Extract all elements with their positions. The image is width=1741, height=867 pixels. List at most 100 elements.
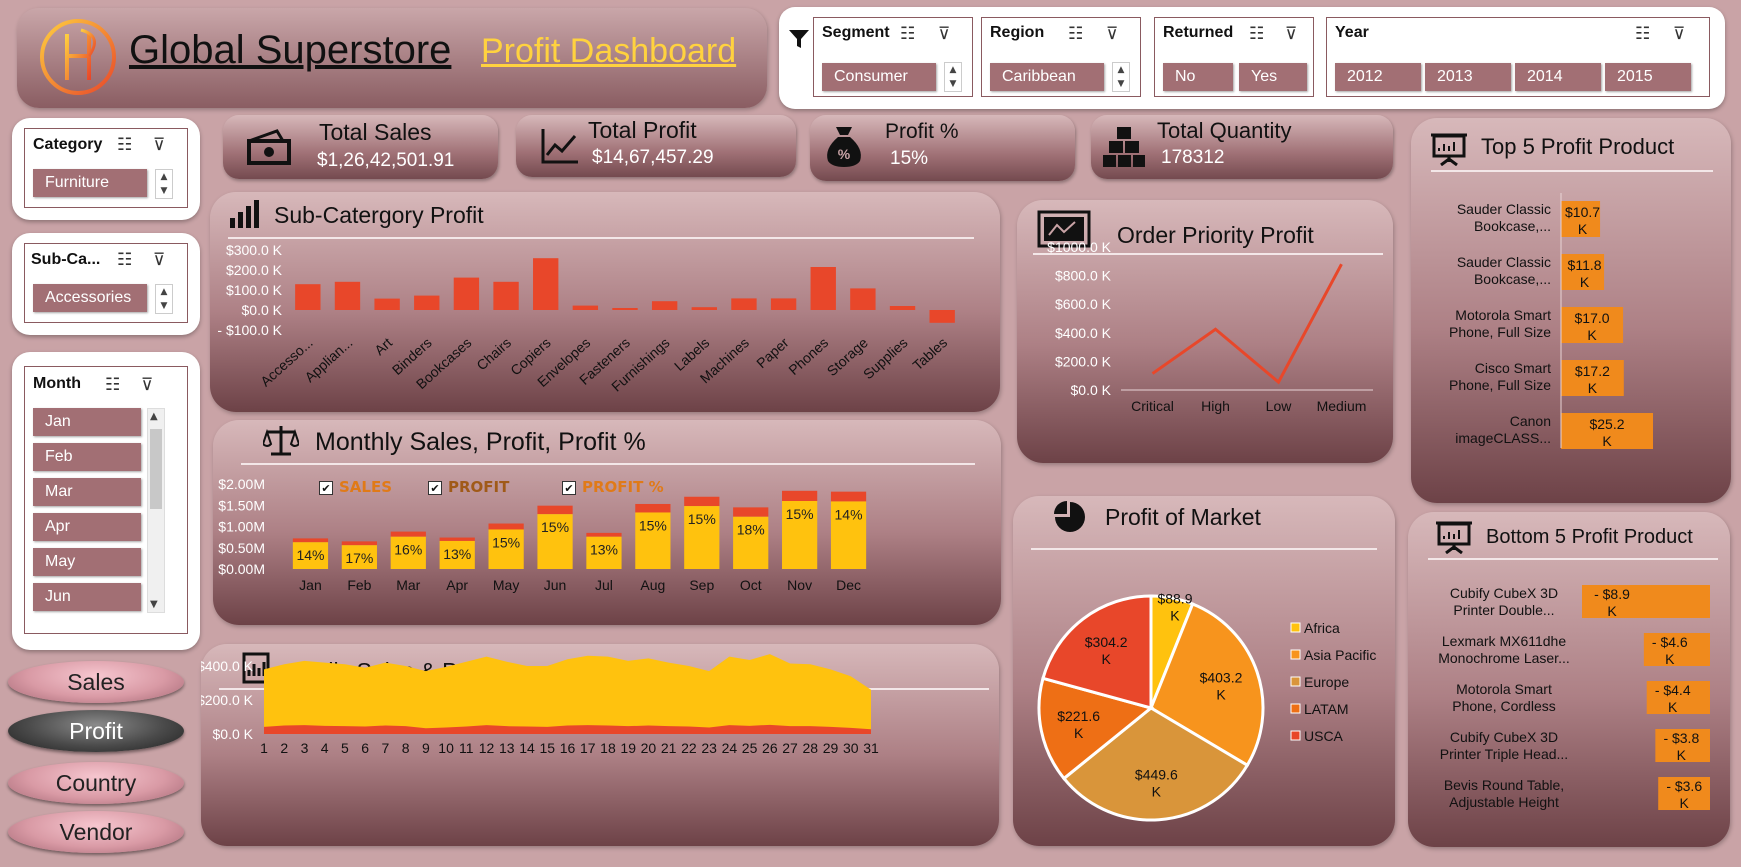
y-tick-label: $800.0 K [1055, 268, 1112, 284]
multi-select-icon[interactable]: ☷ [117, 135, 139, 155]
profit-bar [782, 490, 818, 501]
region-value[interactable]: Caribbean [990, 63, 1104, 91]
trend-chart-icon [541, 129, 578, 164]
segment-value[interactable]: Consumer [822, 63, 936, 91]
y-tick-label: $400.0 K [1055, 325, 1112, 341]
month-may[interactable]: May [33, 548, 141, 576]
filter-bar: Segment ☷ ⊽ Consumer ▲ ▼ Region ☷ ⊽ Carib… [779, 7, 1725, 109]
market-pie-chart: $88.9 K$403.2 K$449.6 K$221.6 K$304.2 KAfrica… [1037, 590, 1376, 822]
monthly-chart: $2.00M $1.50M $1.00M $0.50M $0.00M 14% Jan 17% F… [218, 476, 867, 593]
multi-select-icon[interactable]: ☷ [1249, 24, 1271, 44]
top5-chart: $10.7 KSauder Classic Bookcase,...$11.8 KSa… [1449, 193, 1653, 449]
money-bag-icon: % [827, 127, 861, 167]
profit-nav-button[interactable]: Profit [8, 710, 184, 752]
clear-filter-icon[interactable]: ⊽ [938, 24, 960, 44]
y-tick-label: $0.0 K [1071, 382, 1112, 398]
market-panel: Profit of Market $88.9 K $403.2 K $449.6 K $22… [1013, 496, 1395, 846]
month-slicer: Month ☷ ⊽ Jan Feb Mar Apr May Jun ▲ ▼ [12, 352, 200, 650]
segment-slicer: Segment ☷ ⊽ Consumer ▲ ▼ [813, 17, 973, 97]
year-2015[interactable]: 2015 [1605, 63, 1691, 91]
category-scroll[interactable]: ▲ ▼ [155, 169, 173, 199]
multi-select-icon[interactable]: ☷ [117, 250, 139, 270]
legend-swatch [1290, 703, 1301, 714]
category-label: Motorola Smart Phone, Full Size [1449, 307, 1551, 340]
bar [334, 281, 361, 310]
multi-select-icon[interactable]: ☷ [900, 24, 922, 44]
bar [691, 307, 717, 310]
y-tick-label: $2.00M [218, 476, 265, 492]
y-tick-label: $0.50M [218, 540, 265, 556]
month-apr[interactable]: Apr [33, 513, 141, 541]
kpi-label: Total Quantity [1157, 118, 1292, 143]
order-priority-panel: Order Priority Profit $1000.0 K $800.0 K $… [1017, 200, 1393, 463]
clear-filter-icon[interactable]: ⊽ [153, 135, 175, 155]
y-tick-label: $200.0 K [226, 262, 283, 278]
kpi-label: Profit % [885, 120, 959, 143]
subcategory-label: Sub-Ca... [31, 251, 101, 268]
month-jan[interactable]: Jan [33, 408, 141, 436]
category-slicer: Category ☷ ⊽ Furniture ▲ ▼ [12, 118, 200, 220]
category-label: Sauder Classic Bookcase,... [1457, 254, 1551, 287]
profit-pct-label: 18% [737, 522, 765, 538]
profit-pct-label: 13% [590, 542, 618, 558]
kpi-total-profit: Total Profit $14,67,457.29 [516, 115, 796, 177]
category-label: Cubify CubeX 3D Printer Triple Head... [1440, 729, 1568, 762]
profit-pct-label: 14% [835, 506, 863, 522]
x-tick-label: 16 [560, 740, 576, 756]
category-value[interactable]: Furniture [33, 169, 147, 197]
category-label: Sauder Classic Bookcase,... [1457, 201, 1551, 234]
year-2013[interactable]: 2013 [1425, 63, 1511, 91]
legend-swatch [1290, 676, 1301, 687]
profit-bar [635, 503, 671, 513]
x-tick-label: Dec [836, 577, 861, 593]
month-mar[interactable]: Mar [33, 478, 141, 506]
year-2012[interactable]: 2012 [1335, 63, 1421, 91]
legend-label: USCA [1304, 728, 1344, 744]
x-tick-label: 24 [722, 740, 738, 756]
x-tick-label: 30 [843, 740, 859, 756]
country-nav-button[interactable]: Country [8, 762, 184, 804]
month-scrollbar[interactable]: ▲ ▼ [147, 408, 165, 613]
returned-yes[interactable]: Yes [1239, 63, 1307, 91]
profit-bar [684, 496, 720, 507]
returned-label: Returned [1163, 24, 1234, 41]
returned-no[interactable]: No [1163, 63, 1233, 91]
month-feb[interactable]: Feb [33, 443, 141, 471]
subcategory-scroll[interactable]: ▲ ▼ [155, 284, 173, 314]
month-jun[interactable]: Jun [33, 583, 141, 611]
multi-select-icon[interactable]: ☷ [1068, 24, 1090, 44]
profit-pct-label: 16% [394, 542, 422, 558]
sales-nav-button[interactable]: Sales [8, 661, 184, 703]
year-2014[interactable]: 2014 [1515, 63, 1601, 91]
x-tick-label: 6 [361, 740, 369, 756]
scrollbar-thumb[interactable] [150, 429, 162, 509]
legend-swatch [1290, 649, 1301, 660]
category-label: Canon imageCLASS... [1455, 413, 1551, 446]
clear-filter-icon[interactable]: ⊽ [1106, 24, 1128, 44]
multi-select-icon[interactable]: ☷ [1635, 24, 1657, 44]
x-tick-label: Tables [909, 334, 950, 373]
multi-select-icon[interactable]: ☷ [105, 375, 127, 395]
dashboard-title: Global Superstore [129, 28, 452, 72]
clear-filter-icon[interactable]: ⊽ [1285, 24, 1307, 44]
x-tick-label: 20 [641, 740, 657, 756]
x-tick-label: Jun [544, 577, 567, 593]
category-label: Lexmark MX611dhe Monochrome Laser... [1438, 633, 1570, 666]
subcategory-profit-chart: $300.0 K $200.0 K $100.0 K $0.0 K - $100.0 K… [217, 242, 955, 395]
bar-chart-icon [230, 200, 259, 228]
clear-filter-icon[interactable]: ⊽ [153, 250, 175, 270]
x-tick-label: 3 [301, 740, 309, 756]
x-tick-label: Phones [785, 334, 831, 378]
profit-pct-label: 15% [492, 534, 520, 550]
subcategory-value[interactable]: Accessories [33, 284, 147, 312]
region-scroll[interactable]: ▲ ▼ [1112, 62, 1130, 92]
x-tick-label: Mar [396, 577, 420, 593]
top5-panel: Top 5 Profit Product $10.7 K Sauder Classi… [1411, 118, 1731, 503]
x-tick-label: Accesso... [257, 334, 316, 389]
x-tick-label: Art [371, 334, 395, 358]
category-label: Bevis Round Table, Adjustable Height [1444, 777, 1564, 810]
clear-filter-icon[interactable]: ⊽ [141, 375, 163, 395]
vendor-nav-button[interactable]: Vendor [8, 811, 184, 853]
segment-scroll[interactable]: ▲ ▼ [944, 62, 962, 92]
clear-filter-icon[interactable]: ⊽ [1673, 24, 1695, 44]
